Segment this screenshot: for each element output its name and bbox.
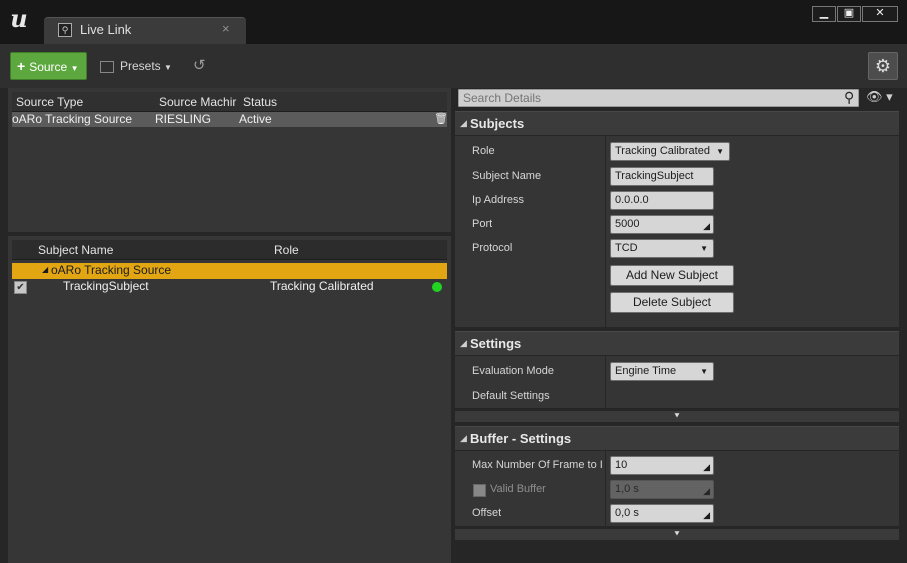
spin-arrows-icon[interactable]: ◢ (703, 218, 710, 235)
source-group-label: oARo Tracking Source (51, 263, 172, 277)
tab-title: Live Link (80, 22, 132, 37)
subjects-properties: Role Tracking Calibrated ▼ Subject Name T… (455, 136, 899, 327)
search-details-input[interactable] (458, 89, 859, 107)
expand-advanced-icon[interactable]: ⯆ (455, 411, 899, 422)
delete-subject-button[interactable]: Delete Subject (610, 292, 734, 313)
ip-address-label: Ip Address (472, 194, 524, 206)
chevron-down-icon: ▼ (700, 367, 708, 376)
maximize-button[interactable]: ▣ (837, 6, 861, 22)
subjects-list: Subject Name Role ◢ oARo Tracking Source… (8, 236, 451, 563)
chevron-down-icon: ▼ (716, 147, 724, 156)
column-role[interactable]: Role (274, 243, 299, 257)
collapse-triangle-icon: ◢ (460, 338, 467, 348)
offset-field[interactable]: 0,0 s ◢ (610, 504, 714, 523)
role-label: Role (472, 145, 495, 157)
evaluation-mode-value: Engine Time (615, 365, 677, 377)
default-settings-label: Default Settings (472, 390, 550, 402)
role-value: Tracking Calibrated (615, 145, 710, 157)
column-status[interactable]: Status (243, 95, 277, 109)
offset-label: Offset (472, 507, 502, 519)
ip-address-field[interactable]: 0.0.0.0 (610, 191, 714, 210)
title-bar: u ⚲ Live Link × ▁ ▣ ✕ (0, 0, 907, 44)
source-button-label: Source (29, 60, 68, 74)
evaluation-mode-label: Evaluation Mode (472, 365, 554, 377)
source-group-row[interactable]: ◢ oARo Tracking Source (12, 263, 447, 279)
toolbar: + Source ▼ Presets ▼ ↺ (0, 44, 907, 88)
status-dot-icon (432, 282, 442, 292)
category-title: Settings (470, 336, 522, 351)
valid-buffer-label: Valid Buffer (490, 483, 546, 495)
expand-advanced-icon[interactable]: ⯆ (455, 529, 899, 540)
spin-arrows-icon[interactable]: ◢ (703, 459, 710, 476)
valid-buffer-checkbox[interactable] (473, 484, 486, 497)
column-source-machine[interactable]: Source Machir (159, 95, 236, 109)
protocol-label: Protocol (472, 242, 513, 254)
source-machine: RIESLING (155, 112, 212, 126)
chevron-down-icon: ▼ (70, 64, 79, 73)
details-panel: ⚲ 👁 ▾ ◢ Subjects Role Tracking Calibrate… (455, 88, 899, 563)
visibility-eye-icon[interactable]: 👁 ▾ (866, 89, 893, 105)
category-buffer-settings[interactable]: ◢ Buffer - Settings (455, 426, 899, 450)
plus-icon: + (17, 58, 26, 74)
source-type: oARo Tracking Source (12, 112, 133, 126)
presets-button-label: Presets (120, 59, 161, 73)
subject-role: Tracking Calibrated (270, 279, 374, 293)
source-status: Active (239, 112, 272, 126)
tab-live-link[interactable]: ⚲ Live Link × (44, 17, 246, 44)
source-row[interactable]: oARo Tracking Source RIESLING Active 🗑 (12, 112, 448, 127)
spin-arrows-icon: ◢ (703, 486, 710, 496)
add-source-button[interactable]: + Source ▼ (10, 52, 87, 80)
category-title: Subjects (470, 116, 525, 131)
sources-header: Source Type Source Machir Status (12, 92, 447, 112)
presets-icon (100, 60, 114, 73)
collapse-triangle-icon: ◢ (460, 433, 467, 443)
category-subjects[interactable]: ◢ Subjects (455, 111, 899, 135)
protocol-value: TCD (615, 242, 638, 254)
search-icon[interactable]: ⚲ (844, 88, 854, 106)
offset-value: 0,0 s (615, 507, 639, 519)
settings-gear-icon[interactable]: ⚙ (868, 52, 898, 80)
add-new-subject-button[interactable]: Add New Subject (610, 265, 734, 286)
collapse-triangle-icon: ◢ (460, 118, 467, 128)
port-value: 5000 (615, 218, 640, 230)
port-label: Port (472, 218, 493, 230)
category-title: Buffer - Settings (470, 431, 572, 446)
subjects-header: Subject Name Role (12, 240, 447, 260)
column-source-type[interactable]: Source Type (16, 95, 83, 109)
category-settings[interactable]: ◢ Settings (455, 331, 899, 355)
valid-buffer-field: 1,0 s ◢ (610, 480, 714, 499)
role-dropdown[interactable]: Tracking Calibrated ▼ (610, 142, 730, 161)
presets-button[interactable]: Presets ▼ (100, 56, 172, 76)
subject-enabled-checkbox[interactable]: ✔ (14, 281, 27, 294)
close-window-button[interactable]: ✕ (862, 6, 898, 22)
evaluation-mode-dropdown[interactable]: Engine Time ▼ (610, 362, 714, 381)
chevron-down-icon: ▼ (700, 244, 708, 253)
buffer-properties: Max Number Of Frame to I 10 ◢ Valid Buffe… (455, 451, 899, 526)
subject-row[interactable]: ✔ TrackingSubject Tracking Calibrated (12, 279, 447, 297)
column-subject-name[interactable]: Subject Name (38, 243, 113, 257)
live-link-icon: ⚲ (58, 23, 72, 37)
settings-properties: Evaluation Mode Engine Time ▼ Default Set… (455, 356, 899, 408)
tab-close-icon[interactable]: × (222, 21, 230, 36)
subject-name-label: Subject Name (472, 170, 542, 182)
sources-list: Source Type Source Machir Status oARo Tr… (8, 88, 451, 232)
minimize-button[interactable]: ▁ (812, 6, 836, 22)
spin-arrows-icon[interactable]: ◢ (703, 507, 710, 524)
revert-icon[interactable]: ↺ (193, 56, 209, 76)
protocol-dropdown[interactable]: TCD ▼ (610, 239, 714, 258)
unreal-logo-icon[interactable]: u (4, 4, 34, 34)
max-frames-field[interactable]: 10 ◢ (610, 456, 714, 475)
collapse-triangle-icon[interactable]: ◢ (42, 265, 48, 274)
trash-icon[interactable]: 🗑 (434, 112, 448, 125)
subject-name: TrackingSubject (63, 279, 149, 293)
max-frames-value: 10 (615, 459, 628, 471)
subject-name-field[interactable]: TrackingSubject (610, 167, 714, 186)
port-field[interactable]: 5000 ◢ (610, 215, 714, 234)
valid-buffer-value: 1,0 s (615, 483, 639, 495)
max-frames-label: Max Number Of Frame to I (472, 459, 603, 471)
chevron-down-icon: ▼ (164, 63, 172, 72)
